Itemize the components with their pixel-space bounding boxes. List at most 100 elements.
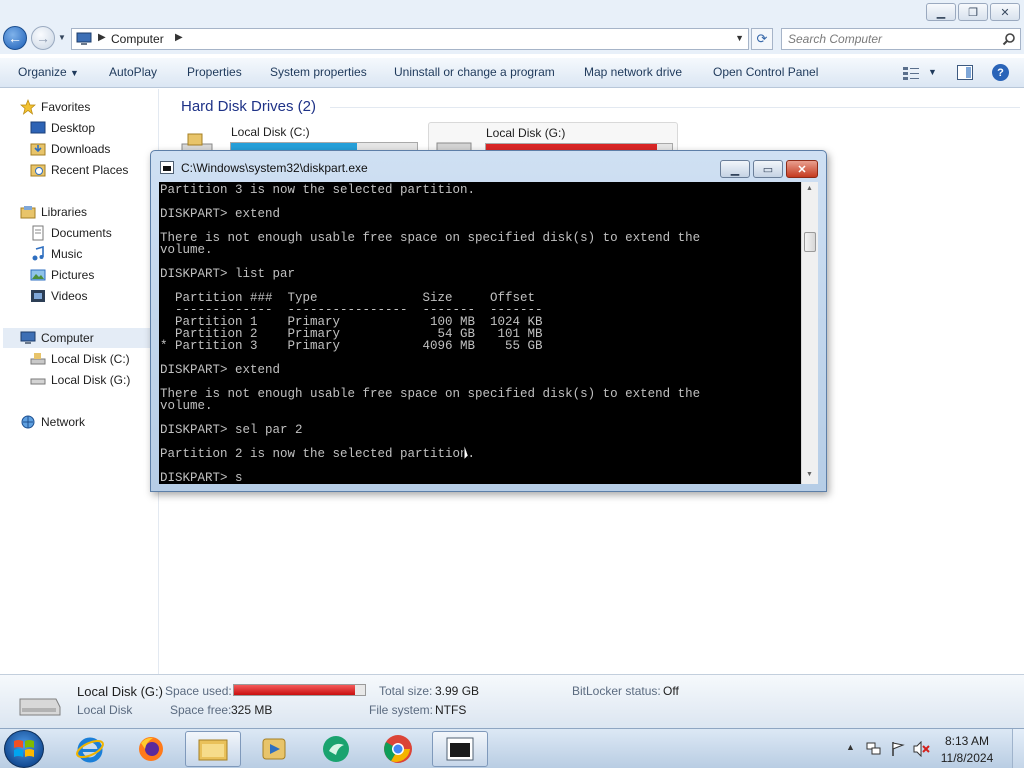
group-header[interactable]: Hard Disk Drives (2)	[181, 98, 316, 115]
console-close-button[interactable]: ✕	[786, 160, 818, 178]
preview-pane-icon[interactable]	[957, 65, 973, 80]
nav-local-disk-c[interactable]: Local Disk (C:)	[30, 350, 130, 368]
search-icon[interactable]	[1002, 32, 1016, 46]
clock-time[interactable]: 8:13 AM	[937, 734, 997, 748]
history-dropdown-icon[interactable]: ▼	[58, 33, 66, 42]
address-dropdown-icon[interactable]: ▼	[735, 33, 744, 43]
documents-icon	[32, 225, 44, 241]
open-control-panel-button[interactable]: Open Control Panel	[713, 65, 818, 79]
back-arrow-icon: ←	[8, 30, 22, 46]
network-icon	[21, 415, 35, 429]
start-button[interactable]	[4, 730, 44, 768]
scrollbar-thumb[interactable]	[804, 232, 816, 252]
organize-label: Organize	[18, 65, 67, 79]
scroll-down-icon[interactable]: ▼	[806, 471, 813, 478]
change-view-icon[interactable]	[902, 66, 920, 80]
console-minimize-button[interactable]: ▁	[720, 160, 750, 178]
firefox-icon	[139, 737, 163, 761]
space-free-value: 325 MB	[231, 703, 273, 717]
nav-network[interactable]: Network	[20, 413, 85, 431]
computer-icon	[20, 331, 36, 344]
videos-icon	[31, 290, 45, 302]
nav-label: Network	[41, 415, 86, 429]
autoplay-button[interactable]: AutoPlay	[109, 65, 157, 79]
drive-icon	[30, 378, 46, 385]
console-icon	[160, 161, 174, 174]
breadcrumb-chevron-icon[interactable]: ▶	[175, 32, 183, 43]
drive-g-label: Local Disk (G:)	[486, 126, 566, 140]
nav-computer[interactable]: Computer	[20, 329, 94, 347]
breadcrumb-separator-icon[interactable]: ▶	[98, 32, 106, 43]
maximize-button[interactable]: ❐	[958, 3, 988, 21]
nav-label: Computer	[41, 331, 94, 345]
map-network-drive-button[interactable]: Map network drive	[584, 65, 682, 79]
nav-label: Downloads	[51, 142, 111, 156]
space-used-bar	[233, 684, 366, 696]
nav-desktop[interactable]: Desktop	[30, 119, 95, 137]
nav-pictures[interactable]: Pictures	[30, 266, 94, 284]
nav-recent-places[interactable]: Recent Places	[30, 161, 128, 179]
address-bar[interactable]: ▶ Computer ▶ ▼	[71, 28, 749, 50]
action-center-flag-icon[interactable]	[890, 741, 906, 757]
console-lines: Partition 3 is now the selected partitio…	[160, 184, 700, 484]
taskbar-chrome[interactable]	[370, 731, 426, 767]
console-line: DISKPART> s	[160, 471, 243, 484]
close-button[interactable]: ✕	[990, 3, 1020, 21]
clock-date[interactable]: 11/8/2024	[937, 751, 997, 765]
console-line: Partition 2 is now the selected partitio…	[160, 447, 476, 461]
nav-label: Favorites	[41, 100, 91, 114]
nav-documents[interactable]: Documents	[30, 224, 112, 242]
nav-local-disk-g[interactable]: Local Disk (G:)	[30, 371, 130, 389]
show-hidden-icons-icon[interactable]: ▲	[846, 742, 855, 752]
volume-muted-icon[interactable]	[913, 741, 931, 757]
uninstall-program-button[interactable]: Uninstall or change a program	[394, 65, 555, 79]
back-button[interactable]: ←	[3, 26, 27, 50]
explorer-title-bar: ▁ ❐ ✕	[0, 0, 1024, 24]
nav-downloads[interactable]: Downloads	[30, 140, 110, 158]
search-input[interactable]	[788, 31, 998, 47]
show-desktop-button[interactable]	[1012, 729, 1024, 768]
nav-videos[interactable]: Videos	[30, 287, 87, 305]
scroll-up-icon[interactable]: ▲	[806, 185, 813, 192]
console-maximize-button[interactable]: ▭	[753, 160, 783, 178]
diskpart-window-title: C:\Windows\system32\diskpart.exe	[181, 161, 368, 175]
taskbar-windows-explorer[interactable]	[185, 731, 241, 767]
taskbar-firefox[interactable]	[123, 731, 179, 767]
console-line: DISKPART> list par	[160, 267, 296, 281]
file-system-value: NTFS	[435, 703, 467, 717]
system-properties-button[interactable]: System properties	[270, 65, 367, 79]
diskpart-window[interactable]: C:\Windows\system32\diskpart.exe ▁ ▭ ✕ P…	[150, 150, 827, 492]
minimize-button[interactable]: ▁	[926, 3, 956, 21]
nav-libraries[interactable]: Libraries	[20, 203, 87, 221]
total-size-value: 3.99 GB	[435, 684, 480, 698]
text-cursor-icon	[463, 445, 471, 463]
taskbar-diskpart-console[interactable]	[432, 731, 488, 767]
organize-menu[interactable]: Organize ▼	[18, 65, 79, 79]
search-box[interactable]	[781, 28, 1021, 50]
internet-explorer-icon	[76, 737, 104, 763]
taskbar-internet-explorer[interactable]	[62, 731, 118, 767]
nav-music[interactable]: Music	[30, 245, 82, 263]
console-line: Partition 3 is now the selected partitio…	[160, 183, 476, 197]
console-line: DISKPART> sel par 2	[160, 423, 303, 437]
views-dropdown-icon[interactable]: ▼	[928, 67, 937, 77]
nav-label: Local Disk (C:)	[51, 352, 130, 366]
group-divider	[330, 107, 1020, 108]
taskbar-media-player[interactable]	[246, 731, 302, 767]
forward-button[interactable]: →	[31, 26, 55, 50]
console-scrollbar[interactable]: ▲ ▼	[801, 182, 818, 484]
refresh-button[interactable]: ⟳	[751, 28, 773, 50]
console-output[interactable]: Partition 3 is now the selected partitio…	[159, 182, 801, 484]
notification-area: ▲ 8:13 AM 11/8/2024	[842, 729, 1024, 768]
console-line: There is not enough usable free space on…	[160, 231, 701, 245]
nav-favorites[interactable]: Favorites	[20, 98, 90, 116]
properties-button[interactable]: Properties	[187, 65, 242, 79]
taskbar-app-green[interactable]	[308, 731, 364, 767]
taskbar: ▲ 8:13 AM 11/8/2024	[0, 728, 1024, 768]
help-icon[interactable]: ?	[992, 64, 1009, 81]
network-status-icon[interactable]	[866, 741, 882, 757]
breadcrumb-computer[interactable]: Computer	[111, 32, 164, 46]
nav-label: Local Disk (G:)	[51, 373, 131, 387]
bitlocker-value: Off	[663, 684, 679, 698]
nav-label: Documents	[51, 226, 112, 240]
